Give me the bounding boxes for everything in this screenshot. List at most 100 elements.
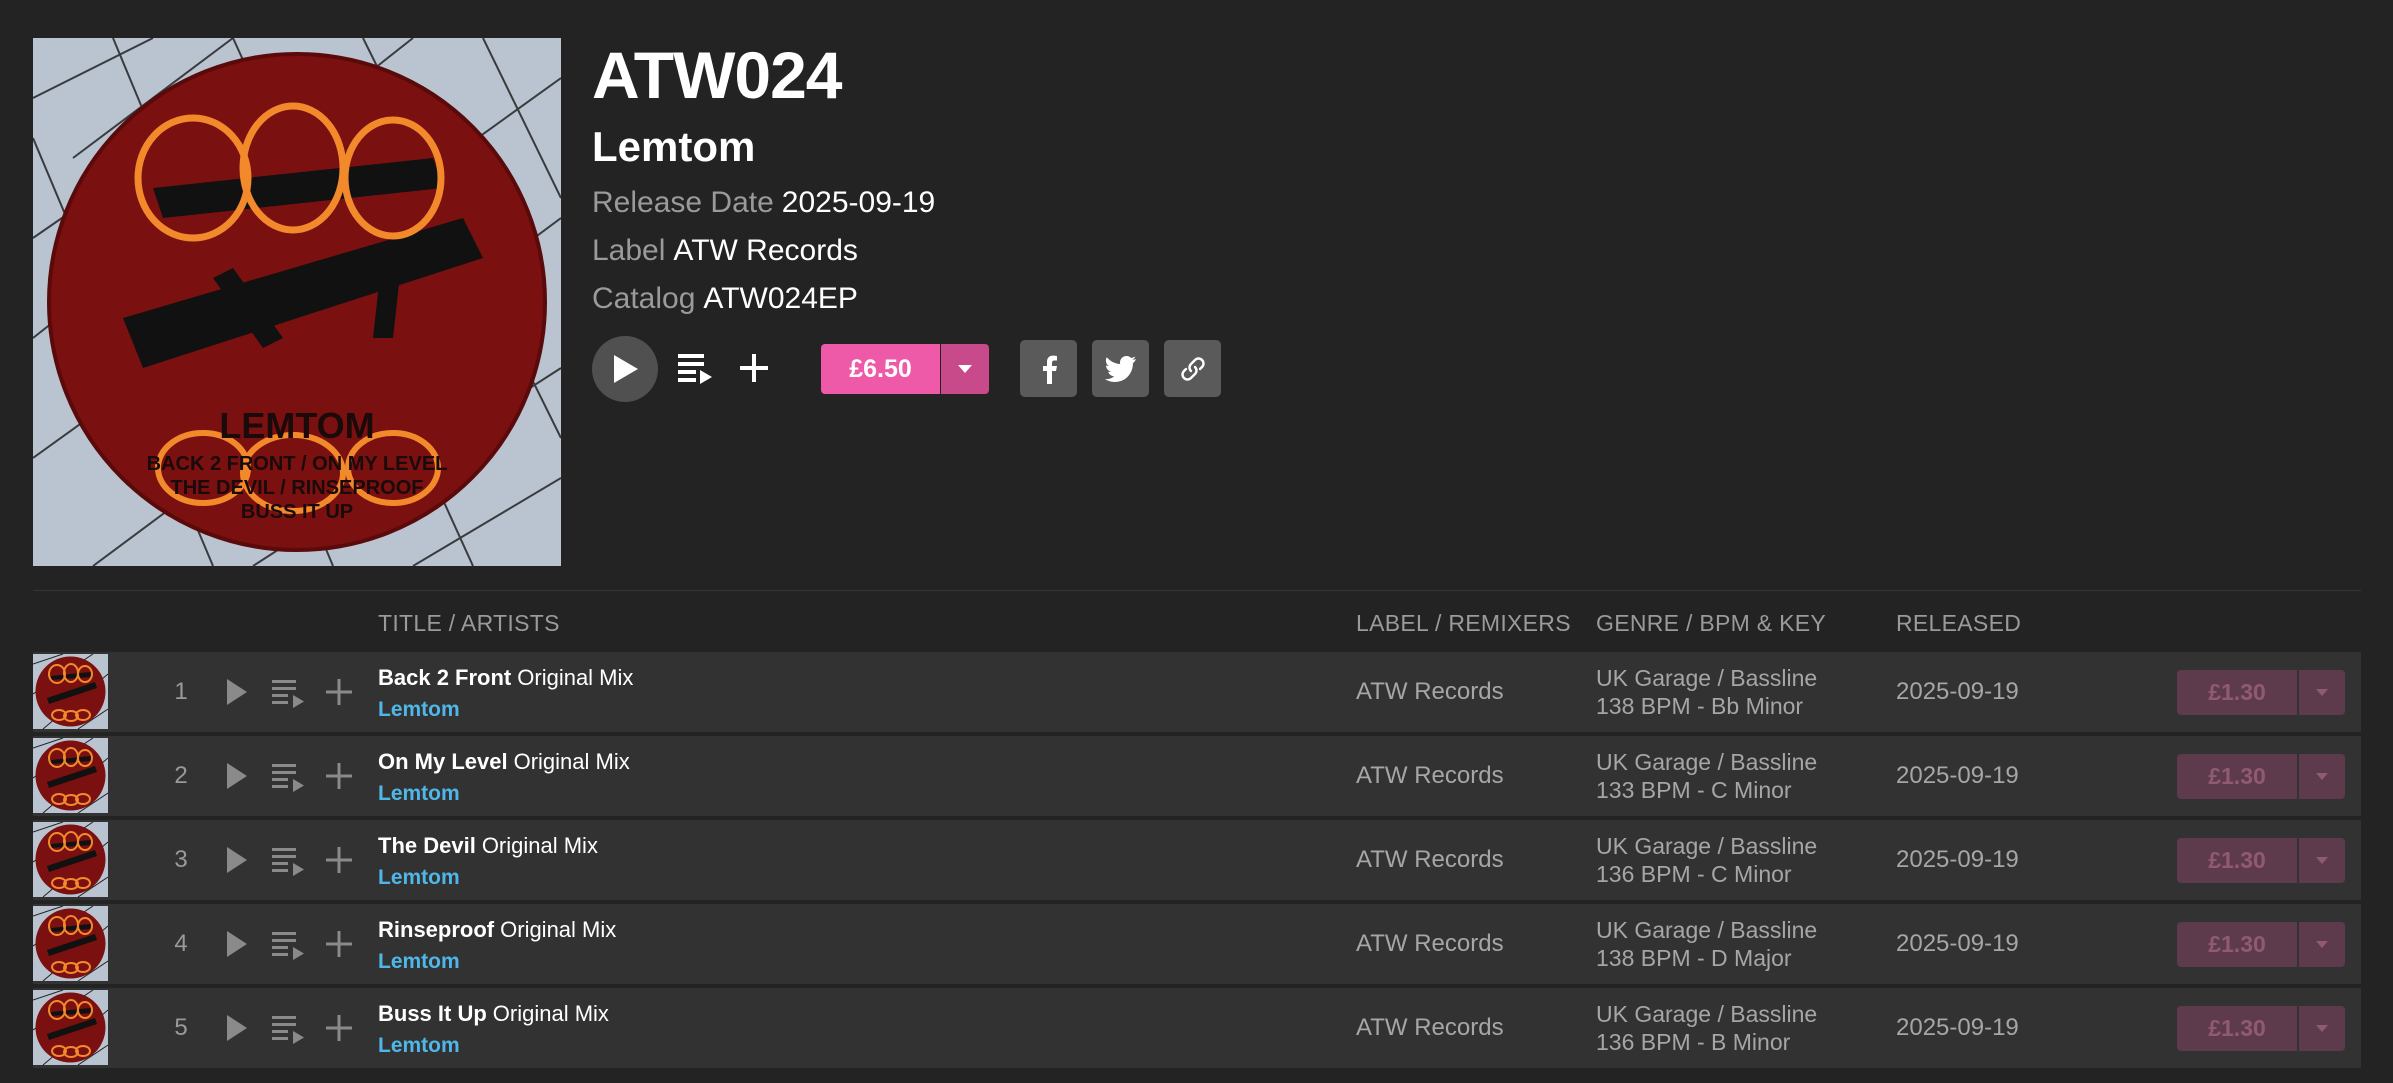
track-genre[interactable]: UK Garage / Bassline bbox=[1596, 832, 1817, 860]
plus-icon bbox=[326, 763, 352, 789]
play-track-button[interactable] bbox=[220, 1012, 252, 1044]
add-release-to-cart-list-button[interactable] bbox=[734, 348, 774, 388]
add-track-button[interactable] bbox=[323, 928, 355, 960]
track-label[interactable]: ATW Records bbox=[1356, 930, 1504, 958]
track-bpm-key: 136 BPM - B Minor bbox=[1596, 1029, 1791, 1055]
play-track-button[interactable] bbox=[220, 928, 252, 960]
add-track-button[interactable] bbox=[323, 1012, 355, 1044]
track-genre[interactable]: UK Garage / Bassline bbox=[1596, 1000, 1817, 1028]
add-track-to-queue-button[interactable] bbox=[271, 928, 307, 962]
track-title[interactable]: The Devil bbox=[378, 833, 476, 858]
play-track-button[interactable] bbox=[220, 676, 252, 708]
buy-track-button[interactable]: £1.30 bbox=[2177, 754, 2297, 799]
add-release-to-queue-button[interactable] bbox=[676, 348, 716, 388]
track-row[interactable]: 5 Buss It Up Original Mix Lemtom ATW Reco… bbox=[33, 988, 2361, 1068]
track-title[interactable]: Rinseproof bbox=[378, 917, 494, 942]
track-title-line[interactable]: Buss It Up Original Mix bbox=[378, 1001, 609, 1027]
track-title[interactable]: On My Level bbox=[378, 749, 508, 774]
track-price-dropdown[interactable] bbox=[2299, 922, 2345, 967]
release-price-dropdown[interactable] bbox=[941, 344, 989, 394]
track-artwork-thumbnail[interactable] bbox=[33, 822, 108, 897]
add-to-queue-icon bbox=[272, 932, 304, 960]
track-number: 1 bbox=[174, 678, 188, 705]
buy-track-button[interactable]: £1.30 bbox=[2177, 922, 2297, 967]
buy-track-button[interactable]: £1.30 bbox=[2177, 670, 2297, 715]
share-facebook-button[interactable] bbox=[1020, 340, 1077, 397]
column-header-title[interactable]: TITLE / ARTISTS bbox=[378, 610, 560, 637]
column-header-genre[interactable]: GENRE / BPM & KEY bbox=[1596, 610, 1826, 637]
track-title-line[interactable]: The Devil Original Mix bbox=[378, 833, 598, 859]
track-label[interactable]: ATW Records bbox=[1356, 846, 1504, 874]
track-price-dropdown[interactable] bbox=[2299, 1006, 2345, 1051]
add-to-queue-icon bbox=[678, 354, 712, 384]
buy-release-button[interactable]: £6.50 bbox=[821, 344, 940, 394]
track-genre[interactable]: UK Garage / Bassline bbox=[1596, 748, 1817, 776]
add-track-to-queue-button[interactable] bbox=[271, 760, 307, 794]
add-track-button[interactable] bbox=[323, 760, 355, 792]
track-title[interactable]: Back 2 Front bbox=[378, 665, 511, 690]
link-icon bbox=[1180, 356, 1205, 381]
artwork-image: LEMTOM BACK 2 FRONT / ON MY LEVEL THE DE… bbox=[33, 38, 561, 566]
copy-link-button[interactable] bbox=[1164, 340, 1221, 397]
buy-track-button[interactable]: £1.30 bbox=[2177, 1006, 2297, 1051]
track-row[interactable]: 2 On My Level Original Mix Lemtom ATW Rec… bbox=[33, 736, 2361, 816]
release-date-value: 2025-09-19 bbox=[781, 186, 936, 219]
add-track-to-queue-button[interactable] bbox=[271, 1012, 307, 1046]
add-track-to-queue-button[interactable] bbox=[271, 676, 307, 710]
release-artwork: LEMTOM BACK 2 FRONT / ON MY LEVEL THE DE… bbox=[33, 38, 561, 566]
play-release-button[interactable] bbox=[592, 336, 658, 402]
add-track-to-queue-button[interactable] bbox=[271, 844, 307, 878]
track-title-line[interactable]: On My Level Original Mix bbox=[378, 749, 630, 775]
track-artist-link[interactable]: Lemtom bbox=[378, 1034, 460, 1058]
label-value[interactable]: ATW Records bbox=[673, 234, 857, 267]
track-label[interactable]: ATW Records bbox=[1356, 678, 1504, 706]
track-price-dropdown[interactable] bbox=[2299, 670, 2345, 715]
track-artist-link[interactable]: Lemtom bbox=[378, 698, 460, 722]
chevron-down-icon bbox=[2316, 857, 2328, 864]
track-title[interactable]: Buss It Up bbox=[378, 1001, 487, 1026]
track-artist-link[interactable]: Lemtom bbox=[378, 950, 460, 974]
play-track-button[interactable] bbox=[220, 760, 252, 792]
add-to-queue-icon bbox=[272, 848, 304, 876]
track-artwork-thumbnail[interactable] bbox=[33, 654, 108, 729]
track-artist-link[interactable]: Lemtom bbox=[378, 866, 460, 890]
track-title-line[interactable]: Rinseproof Original Mix bbox=[378, 917, 616, 943]
track-genre-bpm-key: UK Garage / Bassline 138 BPM - D Major bbox=[1596, 916, 1817, 972]
track-title-line[interactable]: Back 2 Front Original Mix bbox=[378, 665, 633, 691]
play-icon bbox=[227, 931, 247, 957]
track-label[interactable]: ATW Records bbox=[1356, 762, 1504, 790]
release-artist[interactable]: Lemtom bbox=[592, 122, 755, 172]
track-mix: Original Mix bbox=[517, 665, 634, 690]
play-icon bbox=[227, 763, 247, 789]
track-artwork-thumbnail[interactable] bbox=[33, 738, 108, 813]
column-header-released[interactable]: RELEASED bbox=[1896, 610, 2021, 637]
track-row[interactable]: 1 Back 2 Front Original Mix Lemtom ATW Re… bbox=[33, 652, 2361, 732]
release-catalog-title: ATW024 bbox=[592, 38, 842, 112]
track-artwork-thumbnail[interactable] bbox=[33, 906, 108, 981]
chevron-down-icon bbox=[958, 365, 972, 373]
share-twitter-button[interactable] bbox=[1092, 340, 1149, 397]
track-artist-link[interactable]: Lemtom bbox=[378, 782, 460, 806]
track-row[interactable]: 4 Rinseproof Original Mix Lemtom ATW Reco… bbox=[33, 904, 2361, 984]
track-genre-bpm-key: UK Garage / Bassline 136 BPM - B Minor bbox=[1596, 1000, 1817, 1056]
track-mix: Original Mix bbox=[492, 1001, 609, 1026]
track-released-date: 2025-09-19 bbox=[1896, 762, 2019, 789]
play-icon bbox=[227, 847, 247, 873]
track-artwork-thumbnail[interactable] bbox=[33, 990, 108, 1065]
track-genre[interactable]: UK Garage / Bassline bbox=[1596, 664, 1817, 692]
chevron-down-icon bbox=[2316, 1025, 2328, 1032]
buy-track-button[interactable]: £1.30 bbox=[2177, 838, 2297, 883]
track-genre[interactable]: UK Garage / Bassline bbox=[1596, 916, 1817, 944]
track-row[interactable]: 3 The Devil Original Mix Lemtom ATW Recor… bbox=[33, 820, 2361, 900]
track-price-dropdown[interactable] bbox=[2299, 754, 2345, 799]
play-icon bbox=[227, 679, 247, 705]
track-price-dropdown[interactable] bbox=[2299, 838, 2345, 883]
track-bpm-key: 136 BPM - C Minor bbox=[1596, 861, 1792, 887]
add-track-button[interactable] bbox=[323, 844, 355, 876]
add-track-button[interactable] bbox=[323, 676, 355, 708]
track-genre-bpm-key: UK Garage / Bassline 136 BPM - C Minor bbox=[1596, 832, 1817, 888]
column-header-label[interactable]: LABEL / REMIXERS bbox=[1356, 610, 1571, 637]
artwork-text-artist: LEMTOM bbox=[219, 405, 374, 446]
play-track-button[interactable] bbox=[220, 844, 252, 876]
track-label[interactable]: ATW Records bbox=[1356, 1014, 1504, 1042]
